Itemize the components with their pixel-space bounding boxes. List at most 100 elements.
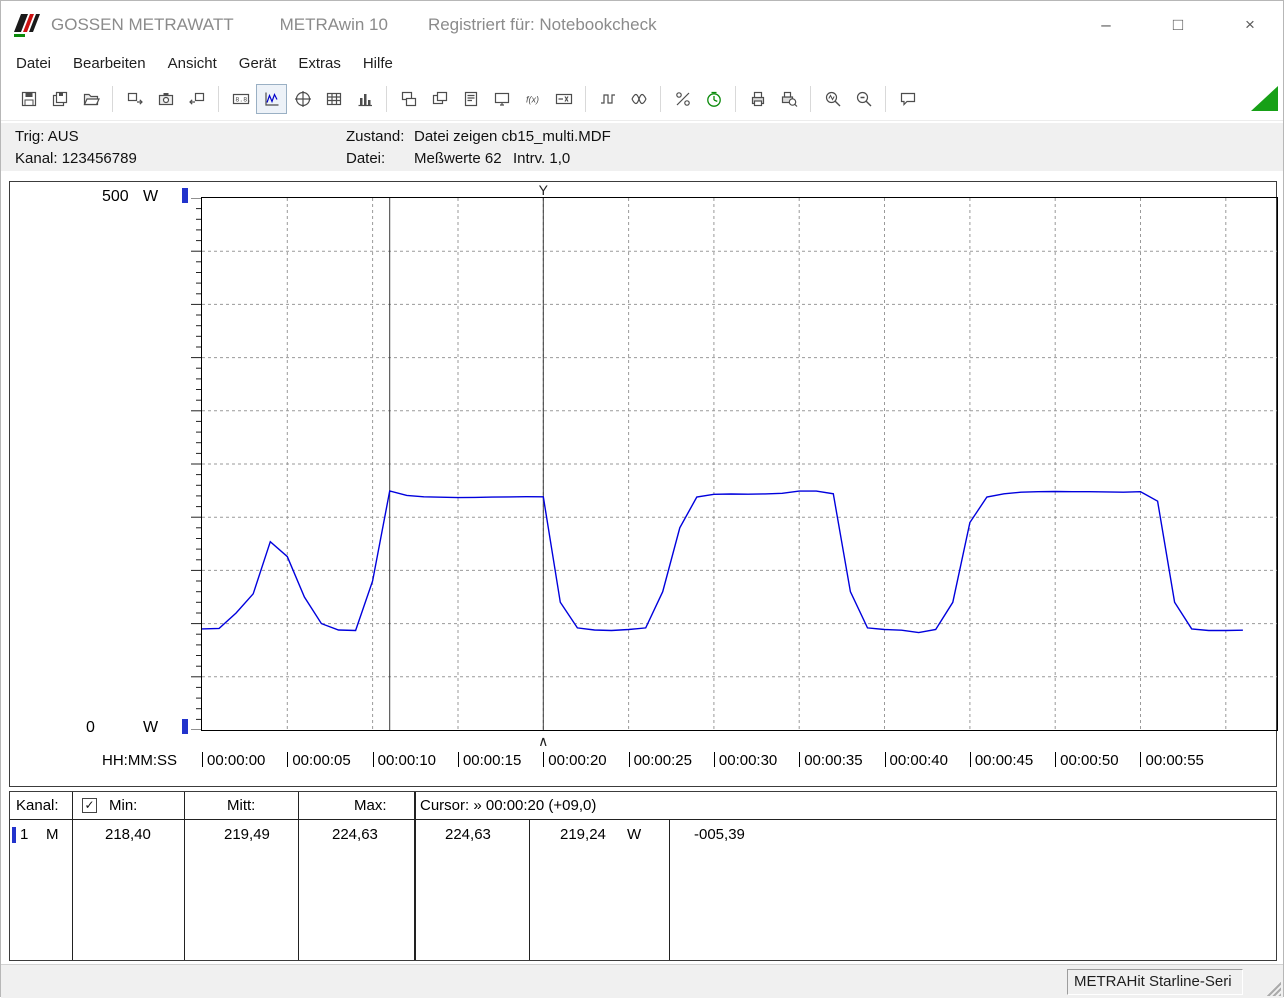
channel-number: 1 (20, 826, 28, 843)
toolbar-separator (735, 86, 736, 112)
monitor-view-button[interactable] (486, 84, 517, 114)
toolbar-separator (218, 86, 219, 112)
chart-plot[interactable] (202, 198, 1277, 730)
yt-chart-view-button[interactable] (256, 84, 287, 114)
x-axis-tick-label: 00:00:45 (970, 752, 1033, 769)
print-preview-button[interactable] (773, 84, 804, 114)
x-axis-tick-label: 00:00:40 (885, 752, 948, 769)
messwerte-value: Meßwerte 62 (414, 150, 502, 167)
toolbar-separator (660, 86, 661, 112)
save-all-button[interactable] (44, 84, 75, 114)
header-max: Max: (354, 797, 387, 814)
trigger-status: Trig: AUS (15, 128, 79, 145)
minimize-button[interactable]: – (1091, 15, 1121, 35)
windows-cascade-button[interactable] (424, 84, 455, 114)
x-axis-tick-label: 00:00:55 (1140, 752, 1203, 769)
x-axis-tick-label: 00:00:05 (287, 752, 350, 769)
zoom-mode-button[interactable] (817, 84, 848, 114)
menu-ansicht[interactable]: Ansicht (157, 51, 228, 76)
table-column-divider (184, 792, 185, 960)
channel-status: Kanal: 123456789 (15, 150, 137, 167)
cursor-top-marker[interactable]: Y (539, 182, 548, 198)
cursor-bottom-marker[interactable]: ∧ (538, 733, 548, 750)
value-unit: W (627, 826, 641, 843)
status-strip: Trig: AUS Kanal: 123456789 Zustand: Date… (1, 123, 1283, 171)
status-bar: METRAHit Starline-Seri (1, 964, 1283, 998)
toolbar-separator (112, 86, 113, 112)
resize-grip[interactable] (1264, 979, 1281, 996)
channel-color-indicator (12, 827, 16, 843)
xy-chart-view-button[interactable] (287, 84, 318, 114)
menu-bearbeiten[interactable]: Bearbeiten (62, 51, 157, 76)
value-max: 224,63 (332, 826, 378, 843)
trigger-wave-button[interactable] (592, 84, 623, 114)
y-axis-min-label: 0 (86, 719, 95, 737)
header-kanal: Kanal: (16, 797, 59, 814)
registered-to-text: Registriert für: Notebookcheck (428, 15, 657, 35)
y-axis-marker-bottom[interactable] (182, 719, 188, 734)
svg-text:8.8.8: 8.8.8 (235, 95, 250, 103)
toolbar: 8.8.8 f(x) (1, 77, 1283, 121)
datei-label: Datei: (346, 150, 385, 167)
menu-hilfe[interactable]: Hilfe (352, 51, 404, 76)
toolbar-separator (885, 86, 886, 112)
zoom-out-button[interactable] (848, 84, 879, 114)
snapshot-button[interactable] (150, 84, 181, 114)
x-axis-tick-label: 00:00:10 (373, 752, 436, 769)
maximize-button[interactable]: □ (1163, 15, 1193, 35)
header-mitt: Mitt: (227, 797, 255, 814)
value-delta: -005,39 (694, 826, 745, 843)
envelope-wave-button[interactable] (623, 84, 654, 114)
export-data-button[interactable] (119, 84, 150, 114)
table-header-divider (10, 819, 1276, 820)
zustand-value: Datei zeigen cb15_multi.MDF (414, 128, 611, 145)
menu-geraet[interactable]: Gerät (228, 51, 288, 76)
table-column-divider (298, 792, 299, 960)
y-axis-ticks (189, 198, 201, 730)
table-column-divider (669, 819, 670, 960)
header-cursor: Cursor: » 00:00:20 (+09,0) (420, 797, 596, 814)
x-axis-tick-label: 00:00:35 (799, 752, 862, 769)
channel-mode: M (46, 826, 59, 843)
zustand-label: Zustand: (346, 128, 404, 145)
x-axis-label: HH:MM:SS (102, 752, 177, 769)
comment-button[interactable] (892, 84, 923, 114)
table-column-divider (414, 792, 416, 960)
protocol-view-button[interactable] (455, 84, 486, 114)
svg-text:f(x): f(x) (526, 94, 539, 104)
value-min: 218,40 (105, 826, 151, 843)
x-axis-tick-label: 00:00:20 (543, 752, 606, 769)
toolbar-separator (386, 86, 387, 112)
table-view-button[interactable] (318, 84, 349, 114)
numeric-display-button[interactable]: 8.8.8 (225, 84, 256, 114)
x-axis: HH:MM:SS 00:00:00 00:00:05 00:00:10 00:00:1… (10, 752, 1276, 776)
menu-bar: Datei Bearbeiten Ansicht Gerät Extras Hi… (1, 49, 1283, 77)
channel-visible-checkbox[interactable]: ✓ (82, 798, 97, 813)
save-button[interactable] (13, 84, 44, 114)
x-axis-tick-label: 00:00:15 (458, 752, 521, 769)
percent-scale-button[interactable] (667, 84, 698, 114)
y-axis-marker-top[interactable] (182, 188, 188, 203)
menu-extras[interactable]: Extras (287, 51, 352, 76)
y-axis-unit-top: W (143, 188, 158, 206)
menu-datei[interactable]: Datei (5, 51, 62, 76)
app-brand: GOSSEN METRAWATT (51, 15, 234, 35)
toolbar-separator (810, 86, 811, 112)
metrawatt-logo-icon (11, 10, 41, 40)
open-file-button[interactable] (75, 84, 106, 114)
interval-clock-button[interactable] (698, 84, 729, 114)
print-button[interactable] (742, 84, 773, 114)
formula-button[interactable]: f(x) (517, 84, 548, 114)
close-button[interactable]: × (1235, 15, 1265, 35)
x-axis-tick-label: 00:00:30 (714, 752, 777, 769)
windows-tile-button[interactable] (393, 84, 424, 114)
display-button[interactable] (548, 84, 579, 114)
connection-status-triangle (1251, 86, 1278, 111)
app-window: GOSSEN METRAWATT METRAwin 10 Registriert… (0, 0, 1284, 997)
x-axis-tick-label: 00:00:00 (202, 752, 265, 769)
x-axis-tick-label: 00:00:25 (629, 752, 692, 769)
window-controls: – □ × (1091, 15, 1265, 35)
histogram-view-button[interactable] (349, 84, 380, 114)
table-column-divider (529, 819, 530, 960)
import-data-button[interactable] (181, 84, 212, 114)
